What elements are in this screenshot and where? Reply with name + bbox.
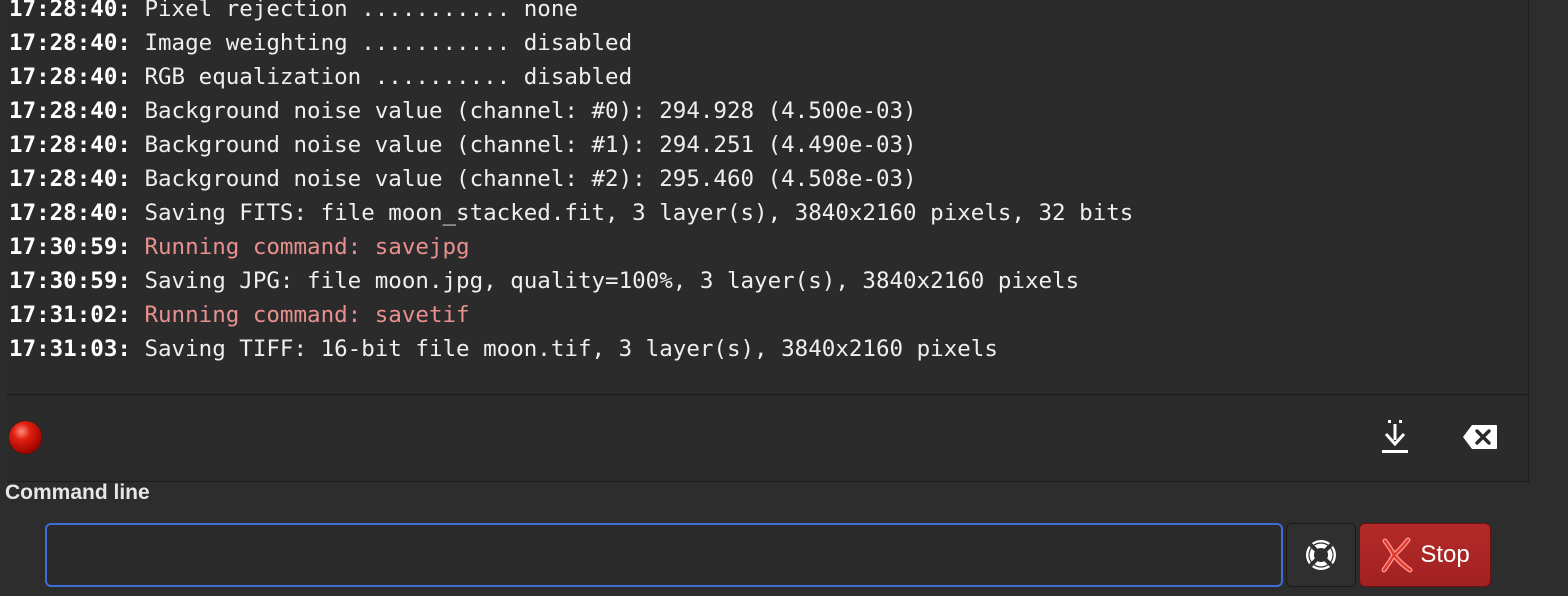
log-line: 17:28:40: Background noise value (channe…	[9, 94, 1133, 128]
log-message: Pixel rejection ........... none	[144, 0, 578, 22]
console-scrollbar[interactable]	[1529, 0, 1568, 394]
log-command-message: Running command: savetif	[144, 302, 470, 328]
log-message: Background noise value (channel: #1): 29…	[144, 132, 917, 158]
red-x-icon	[1381, 537, 1413, 573]
stop-button-label: Stop	[1420, 541, 1470, 568]
log-line: 17:28:40: RGB equalization .......... di…	[9, 60, 1133, 94]
help-button[interactable]	[1286, 523, 1356, 587]
command-line-label: Command line	[5, 481, 150, 504]
log-line: 17:28:40: Background noise value (channe…	[9, 162, 1133, 196]
lifebuoy-help-icon	[1306, 540, 1336, 570]
log-timestamp: 17:28:40:	[9, 166, 131, 192]
log-lines: 17:28:40: Pixel rejection ........... no…	[9, 0, 1133, 366]
clear-log-button[interactable]	[1458, 417, 1502, 457]
log-line: 17:30:59: Saving JPG: file moon.jpg, qua…	[9, 264, 1133, 298]
log-timestamp: 17:28:40:	[9, 30, 131, 56]
log-message: Background noise value (channel: #0): 29…	[144, 98, 917, 124]
backspace-clear-icon	[1463, 425, 1497, 449]
log-message: Background noise value (channel: #2): 29…	[144, 166, 917, 192]
status-led-icon	[9, 421, 42, 454]
log-line: 17:30:59: Running command: savejpg	[9, 230, 1133, 264]
log-line: 17:28:40: Background noise value (channe…	[9, 128, 1133, 162]
log-message: RGB equalization .......... disabled	[144, 64, 633, 90]
log-message: Saving JPG: file moon.jpg, quality=100%,…	[144, 268, 1080, 294]
log-timestamp: 17:28:40:	[9, 98, 131, 124]
log-command-message: Running command: savejpg	[144, 234, 470, 260]
log-line: 17:28:40: Saving FITS: file moon_stacked…	[9, 196, 1133, 230]
console-log-panel[interactable]: 17:28:40: Pixel rejection ........... no…	[7, 0, 1529, 395]
console-toolbar	[7, 395, 1529, 482]
log-message: Saving TIFF: 16-bit file moon.tif, 3 lay…	[144, 336, 998, 362]
log-timestamp: 17:31:02:	[9, 302, 131, 328]
log-message: Image weighting ........... disabled	[144, 30, 633, 56]
log-timestamp: 17:28:40:	[9, 64, 131, 90]
save-log-button[interactable]	[1373, 417, 1417, 457]
command-input[interactable]	[45, 523, 1283, 587]
log-line: 17:31:03: Saving TIFF: 16-bit file moon.…	[9, 332, 1133, 366]
download-to-bottom-icon	[1382, 420, 1408, 453]
log-timestamp: 17:28:40:	[9, 0, 131, 22]
log-timestamp: 17:30:59:	[9, 268, 131, 294]
log-message: Saving FITS: file moon_stacked.fit, 3 la…	[144, 200, 1134, 226]
log-timestamp: 17:31:03:	[9, 336, 131, 362]
log-line: 17:31:02: Running command: savetif	[9, 298, 1133, 332]
log-line: 17:28:40: Pixel rejection ........... no…	[9, 0, 1133, 26]
log-line: 17:28:40: Image weighting ........... di…	[9, 26, 1133, 60]
log-timestamp: 17:30:59:	[9, 234, 131, 260]
log-timestamp: 17:28:40:	[9, 132, 131, 158]
log-timestamp: 17:28:40:	[9, 200, 131, 226]
console-window: 17:28:40: Pixel rejection ........... no…	[0, 0, 1568, 596]
stop-button[interactable]: Stop	[1359, 523, 1491, 587]
